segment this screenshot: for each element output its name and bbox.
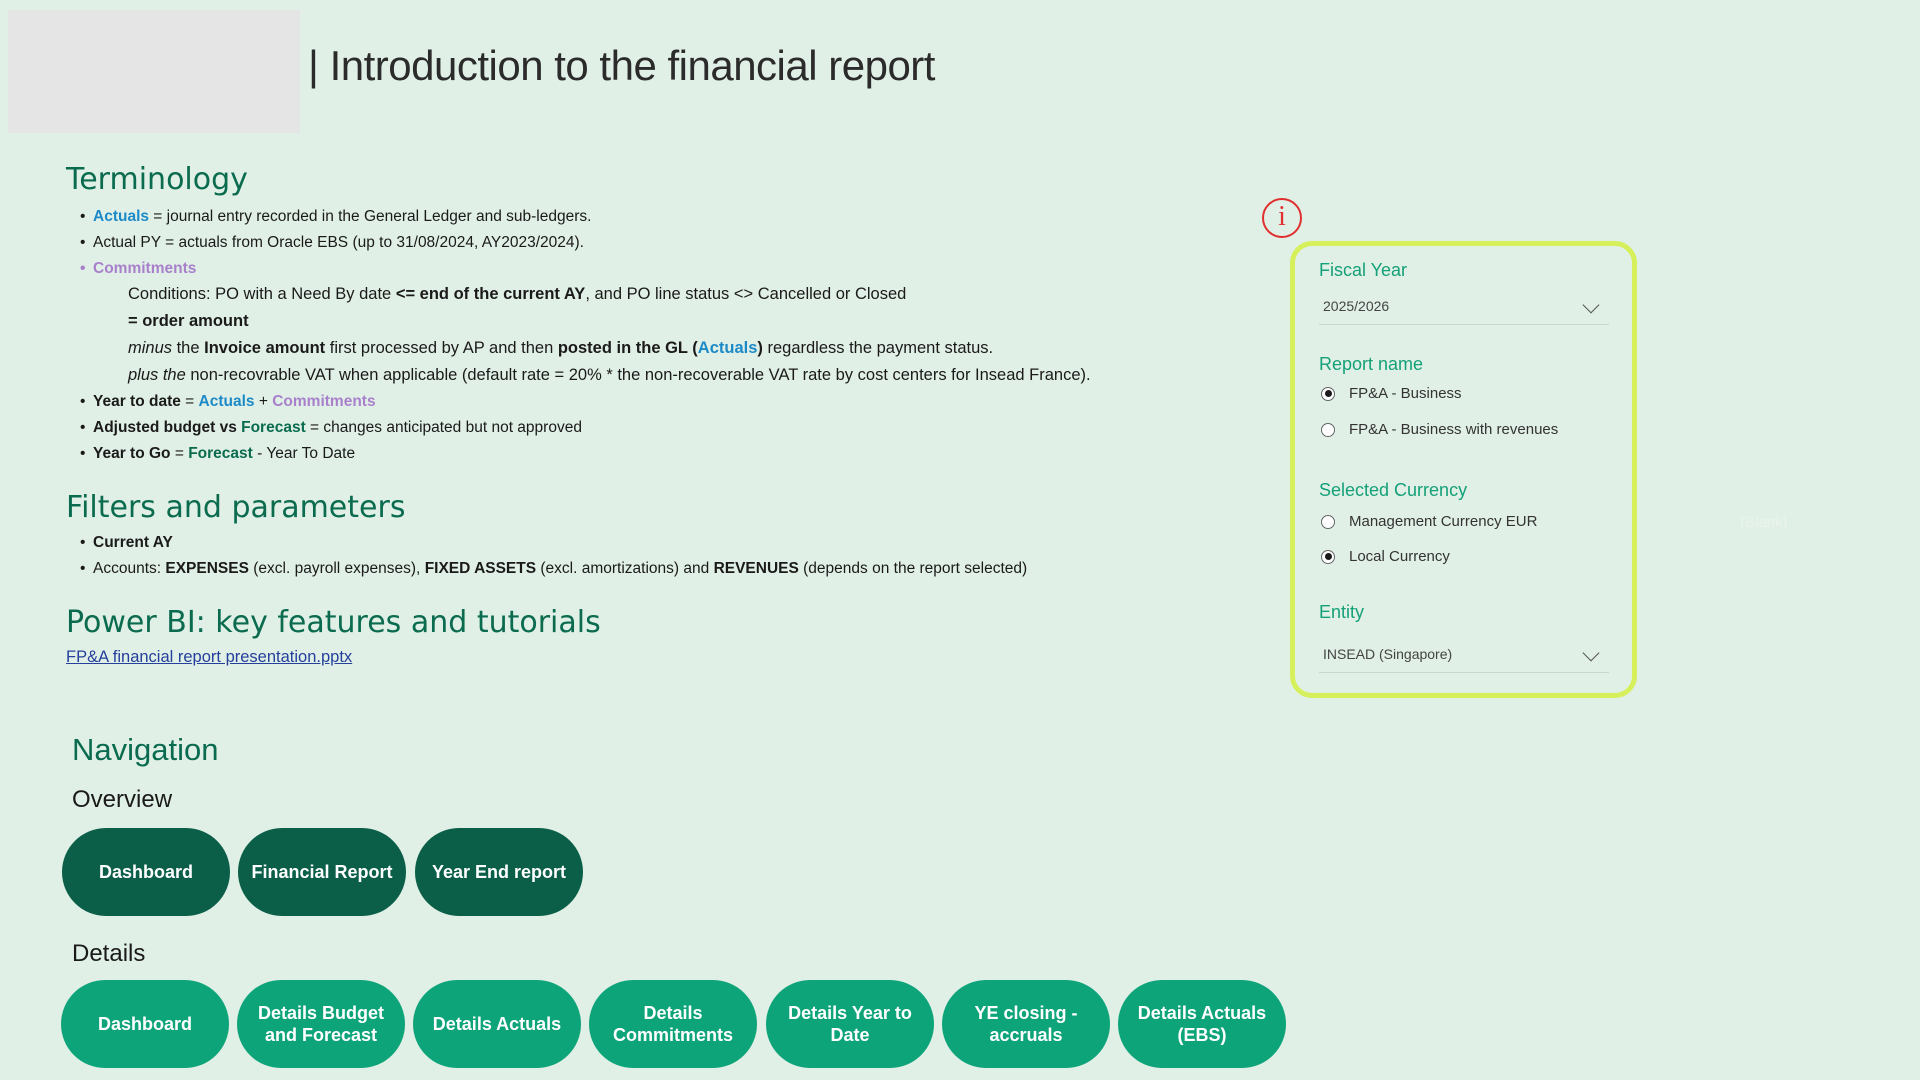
details-commitments-button[interactable]: Details Commitments (589, 980, 757, 1068)
details-label: Details (72, 940, 146, 967)
term-actual-py: • Actual PY = actuals from Oracle EBS (up… (80, 233, 584, 251)
year-end-report-button[interactable]: Year End report (415, 828, 583, 916)
slicer-panel: Fiscal Year 2025/2026 Report name FP&A -… (1290, 241, 1637, 698)
report-option-business[interactable]: FP&A - Business (1321, 383, 1462, 405)
report-option-business-revenues[interactable]: FP&A - Business with revenues (1321, 419, 1558, 441)
term-ytd: • Year to date = Actuals + Commitments (80, 393, 376, 411)
filters-list: • Current AY • Accounts: EXPENSES (excl. p… (80, 530, 1260, 582)
term-actuals: • Actuals = journal entry recorded in the… (80, 208, 592, 225)
filter-accounts: • Accounts: EXPENSES (excl. payroll expen… (80, 559, 1028, 577)
chevron-down-icon (1582, 296, 1600, 314)
navigation-heading: Navigation (72, 732, 219, 767)
term-commitments: • Commitments (80, 259, 197, 277)
entity-value: INSEAD (Singapore) (1323, 646, 1453, 662)
logo-placeholder (8, 10, 300, 133)
overview-label: Overview (72, 786, 173, 813)
details-year-to-date-button[interactable]: Details Year to Date (766, 980, 934, 1068)
details-dashboard-button[interactable]: Dashboard (61, 980, 229, 1068)
powerbi-heading: Power BI: key features and tutorials (66, 605, 601, 640)
radio-empty-icon (1321, 514, 1335, 529)
entity-label: Entity (1319, 602, 1365, 622)
fiscal-year-label: Fiscal Year (1319, 260, 1408, 280)
page-title: | Introduction to the financial report (308, 42, 935, 89)
radio-selected-icon (1321, 549, 1335, 564)
info-icon[interactable]: i (1262, 198, 1302, 238)
presentation-link[interactable]: FP&A financial report presentation.pptx (66, 648, 352, 667)
term-minus: minus the Invoice amount first processed… (128, 339, 994, 358)
fiscal-year-value: 2025/2026 (1323, 298, 1390, 314)
filters-heading: Filters and parameters (66, 490, 406, 525)
term-year-to-go: • Year to Go = Forecast - Year To Date (80, 444, 356, 462)
currency-option-local[interactable]: Local Currency (1321, 546, 1450, 568)
fiscal-year-dropdown[interactable]: 2025/2026 (1319, 291, 1609, 325)
term-conditions: Conditions: PO with a Need By date <= en… (128, 285, 907, 304)
terminology-heading: Terminology (66, 162, 248, 197)
radio-selected-icon (1321, 386, 1335, 401)
term-plus: plus the non-recovrable VAT when applica… (128, 366, 1091, 385)
financial-report-button[interactable]: Financial Report (238, 828, 406, 916)
filter-current-ay: • Current AY (80, 534, 173, 551)
blank-card: (Blank) (1740, 514, 1788, 531)
radio-empty-icon (1321, 422, 1335, 437)
details-actuals-button[interactable]: Details Actuals (413, 980, 581, 1068)
terminology-list: • Actuals = journal entry recorded in the… (80, 204, 1260, 467)
term-order-amount: = order amount (128, 312, 249, 331)
currency-option-eur[interactable]: Management Currency EUR (1321, 511, 1537, 533)
details-budget-forecast-button[interactable]: Details Budget and Forecast (237, 980, 405, 1068)
overview-dashboard-button[interactable]: Dashboard (62, 828, 230, 916)
term-adjusted-budget: • Adjusted budget vs Forecast = changes a… (80, 419, 582, 437)
ye-closing-accruals-button[interactable]: YE closing - accruals (942, 980, 1110, 1068)
report-name-label: Report name (1319, 354, 1424, 374)
entity-dropdown[interactable]: INSEAD (Singapore) (1319, 639, 1609, 673)
details-actuals-ebs-button[interactable]: Details Actuals (EBS) (1118, 980, 1286, 1068)
currency-label: Selected Currency (1319, 480, 1468, 500)
chevron-down-icon (1582, 644, 1600, 662)
